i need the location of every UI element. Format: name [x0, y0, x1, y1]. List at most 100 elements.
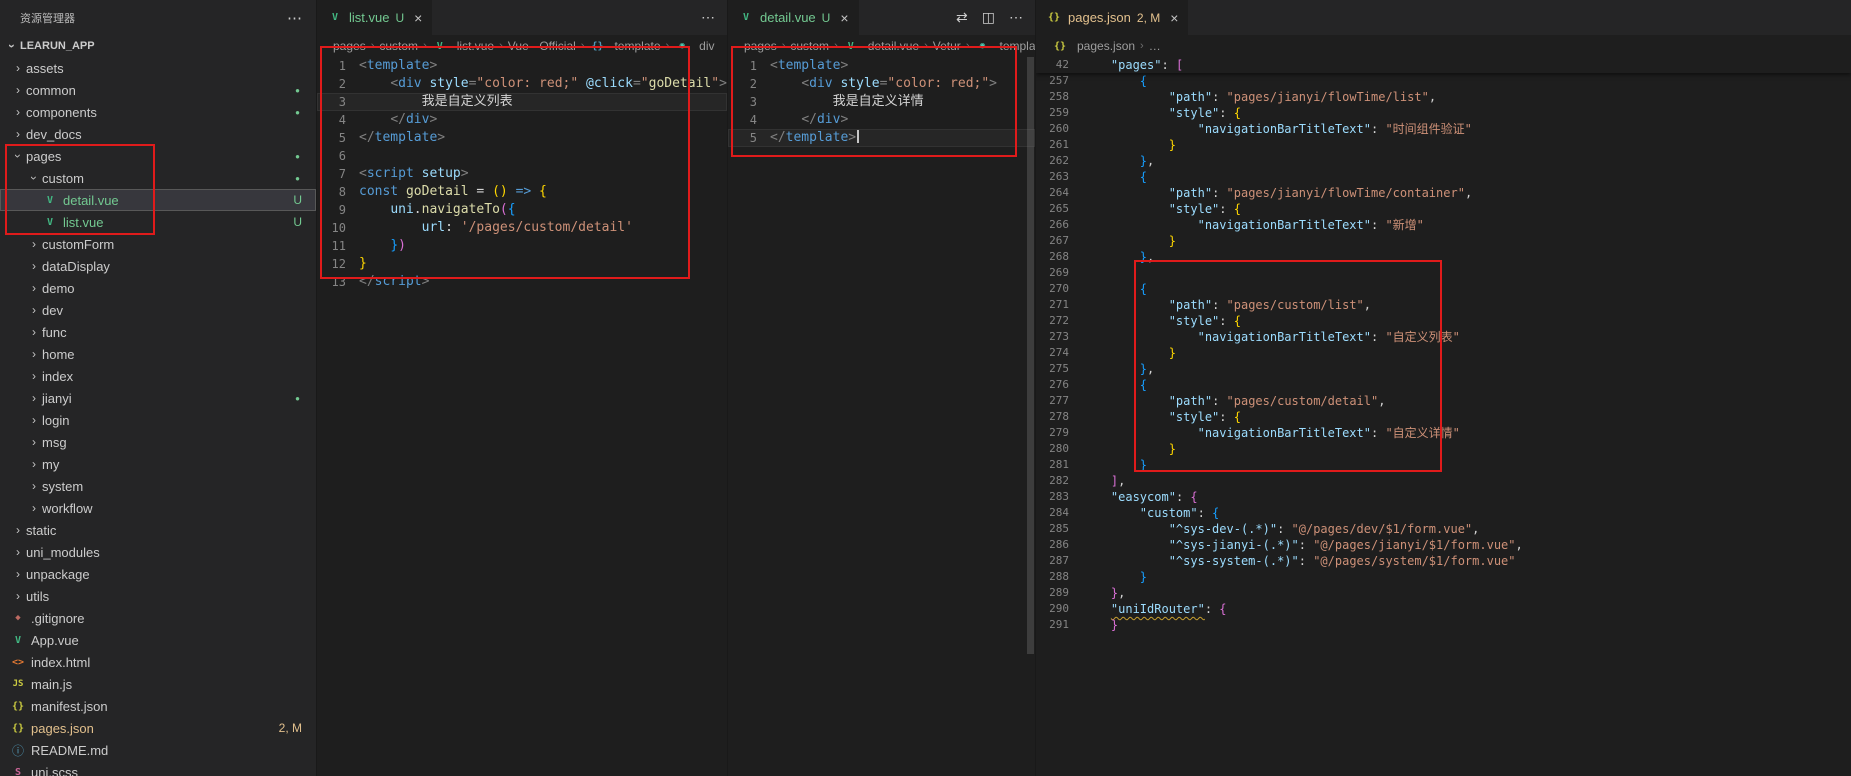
tree-item-unpackage[interactable]: ›unpackage — [0, 563, 316, 585]
code-line[interactable]: 289 }, — [1036, 585, 1851, 601]
tree-item-components[interactable]: ›components● — [0, 101, 316, 123]
tree-item-index.html[interactable]: <>index.html — [0, 651, 316, 673]
code-line[interactable]: 6 — [317, 147, 727, 165]
tree-item-.gitignore[interactable]: ◆.gitignore — [0, 607, 316, 629]
code-line[interactable]: 5</template> — [317, 129, 727, 147]
code-line[interactable]: 277 "path": "pages/custom/detail", — [1036, 393, 1851, 409]
tree-item-pages.json[interactable]: {}pages.json2, M — [0, 717, 316, 739]
code-line[interactable]: 259 "style": { — [1036, 105, 1851, 121]
sticky-scroll-line[interactable]: 42 "pages": [ — [1036, 57, 1851, 73]
tree-item-dev_docs[interactable]: ›dev_docs — [0, 123, 316, 145]
tree-item-README.md[interactable]: ⓘREADME.md — [0, 739, 316, 761]
code-line[interactable]: 258 "path": "pages/jianyi/flowTime/list"… — [1036, 89, 1851, 105]
breadcrumb-item[interactable]: {}pages.json — [1052, 39, 1135, 53]
tree-item-static[interactable]: ›static — [0, 519, 316, 541]
code-line[interactable]: 290 "uniIdRouter": { — [1036, 601, 1851, 617]
code-line[interactable]: 270 { — [1036, 281, 1851, 297]
code-editor[interactable]: 1<template>2 <div style="color: red;">3 … — [728, 57, 1035, 776]
code-editor[interactable]: 42 "pages": [ 257 {258 "path": "pages/ji… — [1036, 57, 1851, 776]
close-icon[interactable]: × — [414, 10, 422, 26]
code-line[interactable]: 12} — [317, 255, 727, 273]
code-line[interactable]: 1<template> — [317, 57, 727, 75]
code-line[interactable]: 269 — [1036, 265, 1851, 281]
code-line[interactable]: 264 "path": "pages/jianyi/flowTime/conta… — [1036, 185, 1851, 201]
code-line[interactable]: 4 </div> — [317, 111, 727, 129]
tree-item-main.js[interactable]: JSmain.js — [0, 673, 316, 695]
code-line[interactable]: 273 "navigationBarTitleText": "自定义列表" — [1036, 329, 1851, 345]
breadcrumb-item[interactable]: ◉div — [674, 39, 714, 53]
code-line[interactable]: 7<script setup> — [317, 165, 727, 183]
breadcrumb-item[interactable]: pages — [333, 39, 366, 53]
code-line[interactable]: 286 "^sys-jianyi-(.*)": "@/pages/jianyi/… — [1036, 537, 1851, 553]
tree-item-assets[interactable]: ›assets — [0, 57, 316, 79]
tab-pages-json[interactable]: {} pages.json 2, M × — [1036, 0, 1188, 35]
code-line[interactable]: 13</script> — [317, 273, 727, 291]
code-line[interactable]: 263 { — [1036, 169, 1851, 185]
breadcrumb-item[interactable]: … — [1149, 39, 1161, 53]
code-line[interactable]: 10 url: '/pages/custom/detail' — [317, 219, 727, 237]
code-line[interactable]: 261 } — [1036, 137, 1851, 153]
code-line[interactable]: 2 <div style="color: red;"> — [728, 75, 1035, 93]
code-line[interactable]: 278 "style": { — [1036, 409, 1851, 425]
code-line[interactable]: 283 "easycom": { — [1036, 489, 1851, 505]
code-line[interactable]: 4 </div> — [728, 111, 1035, 129]
breadcrumb-item[interactable]: {}template — [589, 39, 660, 53]
code-line[interactable]: 8const goDetail = () => { — [317, 183, 727, 201]
tree-item-dev[interactable]: ›dev — [0, 299, 316, 321]
tree-item-App.vue[interactable]: VApp.vue — [0, 629, 316, 651]
code-line[interactable]: 287 "^sys-system-(.*)": "@/pages/system/… — [1036, 553, 1851, 569]
tree-item-uni_modules[interactable]: ›uni_modules — [0, 541, 316, 563]
tab-list-vue[interactable]: V list.vue U × — [317, 0, 432, 35]
code-line[interactable]: 276 { — [1036, 377, 1851, 393]
code-line[interactable]: 11 }) — [317, 237, 727, 255]
breadcrumb-item[interactable]: Vdetail.vue — [843, 39, 919, 53]
code-line[interactable]: 2 <div style="color: red;" @click="goDet… — [317, 75, 727, 93]
code-line[interactable]: 1<template> — [728, 57, 1035, 75]
more-actions-icon[interactable]: ⋯ — [1009, 9, 1023, 26]
breadcrumb-item[interactable]: Vue - Official — [508, 39, 576, 53]
tree-item-workflow[interactable]: ›workflow — [0, 497, 316, 519]
code-line[interactable]: 282 ], — [1036, 473, 1851, 489]
tree-item-index[interactable]: ›index — [0, 365, 316, 387]
tree-item-msg[interactable]: ›msg — [0, 431, 316, 453]
code-line[interactable]: 5</template> — [728, 129, 1035, 147]
project-root-row[interactable]: › LEARUN_APP — [0, 35, 316, 57]
tree-item-login[interactable]: ›login — [0, 409, 316, 431]
tree-item-jianyi[interactable]: ›jianyi● — [0, 387, 316, 409]
code-line[interactable]: 3 我是自定义详情 — [728, 93, 1035, 111]
breadcrumb-item[interactable]: pages — [744, 39, 777, 53]
code-line[interactable]: 266 "navigationBarTitleText": "新增" — [1036, 217, 1851, 233]
breadcrumb[interactable]: pages›custom›Vdetail.vue›Vetur›◉template — [728, 35, 1035, 57]
code-line[interactable]: 262 }, — [1036, 153, 1851, 169]
open-changes-icon[interactable]: ⇄ — [956, 9, 968, 26]
close-icon[interactable]: × — [840, 10, 848, 26]
code-line[interactable]: 275 }, — [1036, 361, 1851, 377]
code-line[interactable]: 288 } — [1036, 569, 1851, 585]
tree-item-func[interactable]: ›func — [0, 321, 316, 343]
breadcrumb-item[interactable]: custom — [379, 39, 418, 53]
tree-item-my[interactable]: ›my — [0, 453, 316, 475]
more-actions-icon[interactable]: ⋯ — [287, 9, 302, 27]
code-line[interactable]: 260 "navigationBarTitleText": "时间组件验证" — [1036, 121, 1851, 137]
code-line[interactable]: 3 我是自定义列表 — [317, 93, 727, 111]
breadcrumb-item[interactable]: Vetur — [933, 39, 961, 53]
tree-item-dataDisplay[interactable]: ›dataDisplay — [0, 255, 316, 277]
tree-item-list.vue[interactable]: Vlist.vueU — [0, 211, 316, 233]
tree-item-pages[interactable]: ›pages● — [0, 145, 316, 167]
code-line[interactable]: 279 "navigationBarTitleText": "自定义详情" — [1036, 425, 1851, 441]
code-line[interactable]: 291 } — [1036, 617, 1851, 633]
tree-item-utils[interactable]: ›utils — [0, 585, 316, 607]
breadcrumb[interactable]: {}pages.json›… — [1036, 35, 1851, 57]
more-actions-icon[interactable]: ⋯ — [701, 9, 715, 26]
scrollbar[interactable] — [1027, 57, 1034, 654]
tree-item-uni.scss[interactable]: Suni.scss — [0, 761, 316, 776]
tab-detail-vue[interactable]: V detail.vue U × — [728, 0, 859, 35]
code-line[interactable]: 285 "^sys-dev-(.*)": "@/pages/dev/$1/for… — [1036, 521, 1851, 537]
split-editor-icon[interactable]: ◫ — [982, 9, 995, 26]
code-line[interactable]: 274 } — [1036, 345, 1851, 361]
tree-item-home[interactable]: ›home — [0, 343, 316, 365]
tree-item-custom[interactable]: ›custom● — [0, 167, 316, 189]
code-line[interactable]: 265 "style": { — [1036, 201, 1851, 217]
tree-item-detail.vue[interactable]: Vdetail.vueU — [0, 189, 316, 211]
code-editor[interactable]: 1<template>2 <div style="color: red;" @c… — [317, 57, 727, 776]
